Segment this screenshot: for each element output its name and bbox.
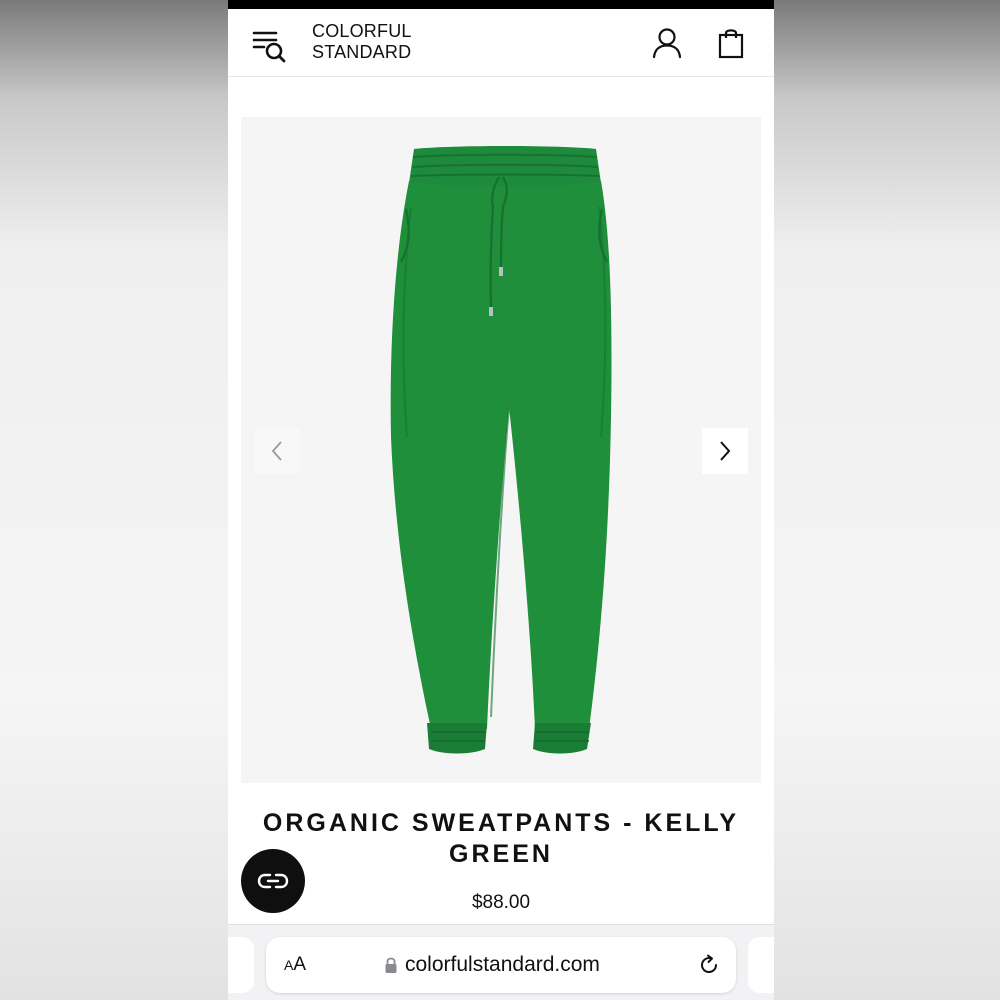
chat-link-icon xyxy=(257,873,289,889)
chat-button[interactable] xyxy=(241,849,305,913)
product-title: ORGANIC SWEATPANTS - KELLY GREEN xyxy=(262,809,740,868)
url-display[interactable]: colorfulstandard.com xyxy=(384,953,600,977)
next-image-button[interactable] xyxy=(702,428,748,474)
browser-address-bar: AA colorfulstandard.com xyxy=(228,924,774,1000)
product-gallery[interactable] xyxy=(241,117,761,783)
chevron-left-icon xyxy=(271,441,282,461)
aa-small-label: A xyxy=(284,957,294,973)
shopping-bag-icon[interactable] xyxy=(718,27,744,59)
lock-icon xyxy=(385,957,397,973)
background-left xyxy=(0,0,228,1000)
next-tab-preview[interactable] xyxy=(748,937,774,993)
background-right xyxy=(774,0,1000,1000)
brand-logo[interactable]: COLORFUL STANDARD xyxy=(312,21,412,63)
previous-image-button[interactable] xyxy=(254,428,300,474)
url-text: colorfulstandard.com xyxy=(405,953,600,976)
address-field[interactable]: AA colorfulstandard.com xyxy=(266,937,736,993)
reader-text-size-button[interactable]: AA xyxy=(284,954,306,976)
account-icon[interactable] xyxy=(652,27,682,59)
reload-icon[interactable] xyxy=(697,953,721,977)
product-price: $88.00 xyxy=(471,892,531,913)
logo-line-1: COLORFUL xyxy=(312,21,412,41)
previous-tab-preview[interactable] xyxy=(228,937,254,993)
aa-large-label: A xyxy=(293,954,307,975)
menu-search-icon[interactable] xyxy=(252,27,288,63)
logo-line-2: STANDARD xyxy=(312,42,412,62)
site-header: COLORFUL STANDARD xyxy=(228,9,774,77)
status-bar xyxy=(228,0,774,9)
product-image[interactable] xyxy=(241,117,761,783)
chevron-right-icon xyxy=(720,441,731,461)
phone-screen: COLORFUL STANDARD ORGANIC SWEATPANTS - K… xyxy=(228,0,774,1000)
